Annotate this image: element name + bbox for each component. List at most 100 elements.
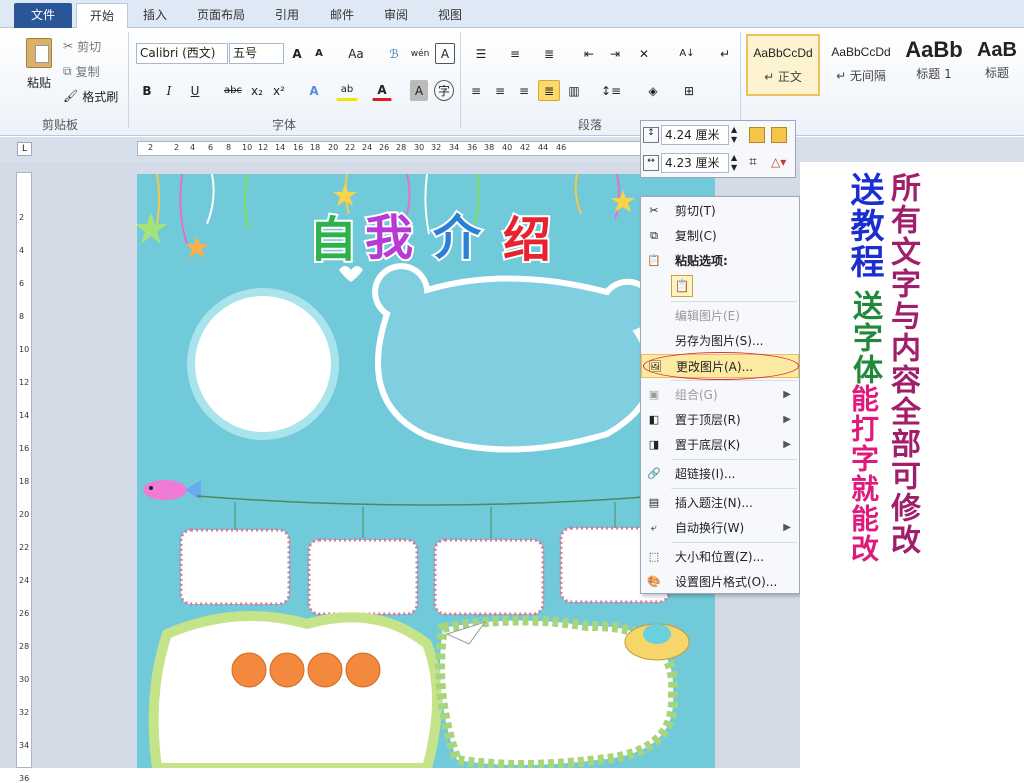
bullets-icon[interactable]: ☰ — [468, 43, 494, 64]
paste-button[interactable]: 粘贴 — [20, 32, 58, 96]
cut-button[interactable]: ✂ 剪切 — [62, 36, 122, 56]
font-size-combo[interactable]: 五号 — [229, 43, 284, 64]
menu-separator — [671, 488, 797, 489]
justify-icon[interactable]: ≣ — [538, 80, 560, 101]
height-spinner[interactable]: ▲ ▼ — [731, 125, 743, 145]
context-menu-item[interactable]: 编辑图片(E) — [641, 304, 799, 328]
context-menu-item[interactable]: ⤶ 自动换行(W) ▶ — [641, 516, 799, 540]
menu-item-label: 大小和位置(Z)... — [675, 550, 765, 564]
menu-item-icon: ⬚ — [648, 550, 660, 563]
send-backward-icon[interactable] — [771, 127, 787, 143]
shape-width-input[interactable]: 4.23 厘米 — [661, 153, 729, 173]
context-menu-item[interactable]: 📋 粘贴选项: — [641, 249, 799, 273]
star-icon — [137, 212, 167, 244]
ruler-tick: 30 — [19, 675, 30, 684]
paste-label: 粘贴 — [26, 75, 51, 90]
star-icon — [611, 190, 635, 212]
tab-references[interactable]: 引用 — [265, 3, 309, 28]
show-marks-icon[interactable]: ↵ — [716, 43, 734, 64]
context-menu-item[interactable]: ▤ 插入题注(N)... — [641, 491, 799, 515]
tab-mailings[interactable]: 邮件 — [320, 3, 364, 28]
highlight-icon[interactable]: ab — [336, 80, 358, 101]
tab-file[interactable]: 文件 — [14, 3, 72, 28]
text-effect-icon[interactable]: A — [304, 80, 324, 101]
format-painter-button[interactable]: 🖌 格式刷 — [62, 86, 124, 106]
menu-item-icon: ◨ — [648, 438, 660, 451]
context-menu: ✂ 剪切(T) ⧉ 复制(C) 📋 粘贴选项: 编辑图片(E) 另存为图片(S)... 🖼 更改图… — [640, 196, 800, 594]
crop-icon[interactable]: ⌗ — [749, 155, 765, 171]
shrink-font-icon[interactable]: A — [310, 43, 328, 64]
context-menu-item[interactable]: ◧ 置于顶层(R) ▶ — [641, 408, 799, 432]
font-color-icon[interactable]: A — [372, 80, 392, 101]
style-title[interactable]: AaB 标题 — [970, 34, 1024, 96]
ruler-tick: 32 — [431, 143, 442, 152]
copy-button[interactable]: ⧉ 复制 — [62, 61, 122, 81]
multilevel-list-icon[interactable]: ≣ — [536, 43, 562, 64]
tab-review[interactable]: 审阅 — [374, 3, 418, 28]
context-menu-item[interactable]: 🎨 设置图片格式(O)... — [641, 570, 799, 594]
char-shading-icon[interactable]: A — [410, 80, 428, 101]
tab-home[interactable]: 开始 — [76, 3, 128, 28]
font-name-combo[interactable]: Calibri (西文) — [136, 43, 228, 64]
ruler-tick: 22 — [345, 143, 356, 152]
paste-option-keep-icon[interactable]: 📋 — [671, 275, 693, 297]
width-spinner[interactable]: ▲ ▼ — [731, 153, 743, 173]
context-menu-item[interactable]: 另存为图片(S)... — [641, 329, 799, 353]
rotate-icon[interactable]: △▾ — [771, 155, 791, 171]
style-heading-1[interactable]: AaBb 标题 1 — [900, 34, 968, 96]
chinese-layout-icon[interactable]: ✕ — [632, 43, 656, 64]
paragraph-group-label: 段落 — [578, 118, 603, 132]
align-right-icon[interactable]: ≡ — [514, 80, 534, 101]
ruler-tick: 36 — [467, 143, 478, 152]
increase-indent-icon[interactable]: ⇥ — [604, 43, 626, 64]
subscript-icon[interactable]: x₂ — [248, 80, 266, 101]
context-menu-item[interactable]: 🔗 超链接(I)... — [641, 462, 799, 486]
align-center-icon[interactable]: ≡ — [490, 80, 510, 101]
sort-icon[interactable]: A↓ — [676, 43, 698, 64]
ribbon: 粘贴 ✂ 剪切 ⧉ 复制 🖌 格式刷 剪贴板 Calibri (西文) 五号 A A … — [0, 28, 1024, 136]
distributed-icon[interactable]: ▥ — [564, 80, 584, 101]
menu-item-icon: ✂ — [649, 204, 659, 217]
tab-insert[interactable]: 插入 — [133, 3, 177, 28]
bring-forward-icon[interactable] — [749, 127, 765, 143]
line-spacing-icon[interactable]: ↕≡ — [598, 80, 624, 101]
menu-item-label: 插入题注(N)... — [675, 496, 753, 510]
tab-view[interactable]: 视图 — [428, 3, 472, 28]
change-case-icon[interactable]: Aa — [342, 43, 370, 64]
numbering-icon[interactable]: ≡ — [502, 43, 528, 64]
group-divider — [460, 32, 461, 128]
enclose-char-icon[interactable]: 字 — [434, 80, 454, 101]
strikethrough-icon[interactable]: abc — [220, 80, 246, 101]
context-menu-item[interactable]: ▣ 组合(G) ▶ — [641, 383, 799, 407]
italic-icon[interactable]: I — [160, 80, 178, 101]
font-group-label: 字体 — [272, 118, 297, 132]
bold-icon[interactable]: B — [138, 80, 156, 101]
shading-icon[interactable]: ◈ — [640, 80, 666, 101]
phonetic-guide-icon[interactable]: wén — [410, 43, 430, 64]
style-no-spacing[interactable]: AaBbCcDd ↵ 无间隔 — [824, 34, 898, 96]
clear-format-icon[interactable]: ℬ — [384, 43, 404, 64]
brush-icon: 🖌 — [63, 89, 79, 103]
tab-selector[interactable]: L — [17, 142, 32, 156]
ruler-tick: 16 — [19, 444, 30, 453]
context-menu-item[interactable]: ✂ 剪切(T) — [641, 199, 799, 223]
context-menu-item[interactable]: ◨ 置于底层(K) ▶ — [641, 433, 799, 457]
shape-height-input[interactable]: 4.24 厘米 — [661, 125, 729, 145]
copy-label: 复制 — [75, 64, 100, 79]
ruler-tick: 32 — [19, 708, 30, 717]
char-border-icon[interactable]: A — [435, 43, 455, 64]
underline-icon[interactable]: U — [186, 80, 204, 101]
grow-font-icon[interactable]: A — [288, 43, 306, 64]
tab-page-layout[interactable]: 页面布局 — [188, 3, 254, 28]
style-normal[interactable]: AaBbCcDd ↵ 正文 — [746, 34, 820, 96]
align-left-icon[interactable]: ≡ — [466, 80, 486, 101]
superscript-icon[interactable]: x² — [270, 80, 288, 101]
title-char: 我 — [365, 210, 413, 266]
decrease-indent-icon[interactable]: ⇤ — [578, 43, 600, 64]
context-menu-item[interactable]: ⧉ 复制(C) — [641, 224, 799, 248]
borders-icon[interactable]: ⊞ — [676, 80, 702, 101]
document-page[interactable]: 自 我 介 绍 — [137, 174, 715, 768]
menu-item-icon: ▣ — [648, 388, 660, 401]
vertical-ruler[interactable]: 2 4 6 8 10 12 14 16 18 20 22 24 26 28 30 32 34 36 — [16, 172, 32, 783]
context-menu-item[interactable]: ⬚ 大小和位置(Z)... — [641, 545, 799, 569]
